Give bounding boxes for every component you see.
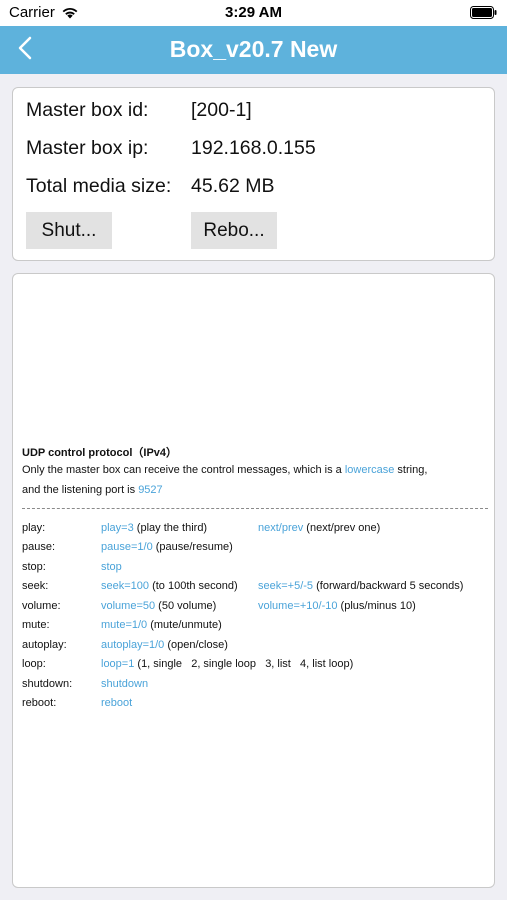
status-time: 3:29 AM [225,4,282,21]
master-box-id-value: [200-1] [191,99,252,121]
command-example[interactable]: autoplay=1/0 [101,639,164,651]
protocol-heading: UDP control protocol（IPv4） [22,447,178,459]
command-note: (next/prev one) [303,522,381,534]
command-note: (50 volume) [155,600,217,612]
command-key: seek: [22,580,49,592]
master-box-id-label: Master box id: [26,99,149,121]
command-example[interactable]: reboot [101,697,132,709]
command-key: play: [22,522,46,534]
command-key: loop: [22,658,46,670]
desc-text: and the listening port is [22,484,139,496]
desc-text: string, [394,464,428,476]
shutdown-button[interactable]: Shut... [26,212,112,249]
command-note: (pause/resume) [152,541,233,553]
command-example[interactable]: shutdown [101,678,148,690]
command-row-volume: volume: volume=50 (50 volume) volume=+10… [22,600,492,616]
navigation-bar: Box_v20.7 New [0,26,507,74]
protocol-description-line-1: Only the master box can receive the cont… [22,464,427,476]
command-note: (1, single 2, single loop 3, list 4, lis… [134,658,354,670]
total-media-size-row: Total media size: 45.62 MB [26,175,274,198]
command-note: (mute/unmute) [147,619,222,631]
port-link[interactable]: 9527 [138,484,162,496]
command-row-loop: loop: loop=1 (1, single 2, single loop 3… [22,658,492,674]
total-media-size-value: 45.62 MB [191,175,275,197]
divider [22,508,488,509]
box-info-panel: Master box id: [200-1] Master box ip: 19… [12,87,495,261]
command-example[interactable]: seek=+5/-5 [258,580,313,592]
command-row-play: play: play=3 (play the third) next/prev … [22,522,492,538]
command-key: pause: [22,541,56,553]
command-row-autoplay: autoplay: autoplay=1/0 (open/close) [22,639,492,655]
command-key: autoplay: [22,639,67,651]
desc-text: Only the master box can receive the cont… [22,464,345,476]
total-media-size-label: Total media size: [26,175,172,197]
protocol-info-panel: UDP control protocol（IPv4） Only the mast… [12,273,495,888]
reboot-button[interactable]: Rebo... [191,212,277,249]
command-row-seek: seek: seek=100 (to 100th second) seek=+5… [22,580,492,596]
command-example[interactable]: seek=100 [101,580,149,592]
master-box-ip-row: Master box ip: 192.168.0.155 [26,137,316,160]
command-example[interactable]: mute=1/0 [101,619,147,631]
status-bar: Carrier 3:29 AM [0,0,507,26]
page-title: Box_v20.7 New [169,36,338,62]
command-row-stop: stop: stop [22,561,492,577]
command-example[interactable]: pause=1/0 [101,541,153,553]
command-example[interactable]: loop=1 [101,658,134,670]
command-note: (forward/backward 5 seconds) [313,580,464,592]
master-box-id-row: Master box id: [200-1] [26,99,252,122]
command-key: shutdown: [22,678,73,690]
command-note: (play the third) [133,522,208,534]
command-example[interactable]: next/prev [258,522,303,534]
command-example[interactable]: stop [101,561,122,573]
command-row-mute: mute: mute=1/0 (mute/unmute) [22,619,492,635]
battery-icon [470,6,497,19]
lowercase-link[interactable]: lowercase [345,464,395,476]
command-key: stop: [22,561,46,573]
command-key: reboot: [22,697,57,709]
protocol-description-line-2: and the listening port is 9527 [22,484,163,496]
command-row-reboot: reboot: reboot [22,697,492,713]
command-example[interactable]: volume=+10/-10 [258,600,338,612]
master-box-ip-value: 192.168.0.155 [191,137,316,159]
command-note: (open/close) [164,639,228,651]
master-box-ip-label: Master box ip: [26,137,149,159]
command-row-shutdown: shutdown: shutdown [22,678,492,694]
command-example[interactable]: volume=50 [101,600,155,612]
command-key: volume: [22,600,61,612]
command-key: mute: [22,619,50,631]
command-note: (plus/minus 10) [337,600,416,612]
command-note: (to 100th second) [149,580,238,592]
command-row-pause: pause: pause=1/0 (pause/resume) [22,541,492,557]
command-example[interactable]: play=3 [101,522,134,534]
